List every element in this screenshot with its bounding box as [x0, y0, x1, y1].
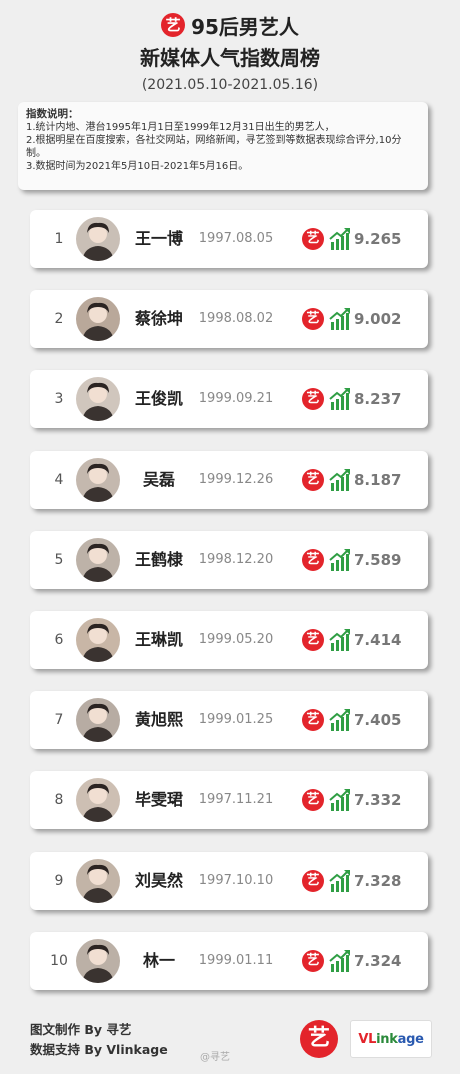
avatar	[76, 698, 120, 742]
birth-date: 1997.11.21	[198, 792, 274, 807]
artist-name: 黄旭熙	[134, 710, 183, 729]
avatar	[76, 939, 120, 983]
trend-up-chart-icon	[329, 789, 350, 811]
popularity-score: 7.328	[354, 872, 402, 890]
credit-production: 图文制作 By 寻艺	[30, 1022, 132, 1037]
artist-name: 王俊凯	[134, 389, 183, 408]
birth-date: 1997.08.05	[198, 231, 274, 246]
artist-name: 王琳凯	[134, 630, 183, 649]
rank-row: 10 林一 1999.01.11 艺 7.324	[30, 932, 428, 990]
avatar	[76, 859, 120, 903]
popularity-score: 8.187	[354, 471, 402, 489]
birth-date: 1999.12.26	[198, 472, 274, 487]
popularity-score: 7.589	[354, 551, 402, 569]
trend-up-chart-icon	[329, 228, 350, 250]
birth-date: 1999.09.21	[198, 391, 274, 406]
page-subtitle: 新媒体人气指数周榜	[140, 46, 320, 70]
title-row: 艺 95后男艺人	[0, 10, 460, 40]
avatar	[76, 778, 120, 822]
artist-name: 刘昊然	[134, 871, 183, 890]
rank-number: 10	[50, 953, 68, 969]
artist-name: 吴磊	[142, 470, 175, 489]
watermark: @寻艺	[200, 1052, 230, 1063]
note-line: 1.统计内地、港台1995年1月1日至1999年12月31日出生的男艺人，	[26, 122, 335, 133]
birth-date: 1997.10.10	[198, 873, 274, 888]
trend-up-chart-icon	[329, 870, 350, 892]
yi-logo-icon: 艺	[302, 469, 324, 491]
avatar	[76, 217, 120, 261]
birth-date: 1998.08.02	[198, 311, 274, 326]
trend-up-chart-icon	[329, 629, 350, 651]
yi-logo-icon: 艺	[302, 870, 324, 892]
header: 艺 95后男艺人 新媒体人气指数周榜 (2021.05.10-2021.05.1…	[0, 10, 460, 93]
note-line: 3.数据时间为2021年5月10日-2021年5月16日。	[26, 161, 249, 172]
yi-logo-icon: 艺	[302, 549, 324, 571]
trend-up-chart-icon	[329, 950, 350, 972]
rank-number: 7	[54, 712, 64, 728]
credit-data-source: 数据支持 By Vlinkage	[30, 1042, 168, 1057]
rank-row: 7 黄旭熙 1999.01.25 艺 7.405	[30, 691, 428, 749]
trend-up-chart-icon	[329, 709, 350, 731]
rank-number: 3	[54, 391, 64, 407]
trend-up-chart-icon	[329, 388, 350, 410]
index-note: 指数说明： 1.统计内地、港台1995年1月1日至1999年12月31日出生的男…	[18, 102, 428, 190]
rank-row: 9 刘昊然 1997.10.10 艺 7.328	[30, 852, 428, 910]
trend-up-chart-icon	[329, 469, 350, 491]
page-title: 95后男艺人	[191, 14, 299, 39]
artist-name: 林一	[142, 951, 175, 970]
avatar	[76, 618, 120, 662]
trend-up-chart-icon	[329, 308, 350, 330]
birth-date: 1999.01.11	[198, 953, 274, 968]
avatar	[76, 297, 120, 341]
yi-logo-icon: 艺	[302, 388, 324, 410]
yi-logo-icon: 艺	[161, 13, 186, 37]
rank-row: 2 蔡徐坤 1998.08.02 艺 9.002	[30, 290, 428, 348]
vlinkage-logo: VLinkage	[350, 1020, 432, 1058]
rank-row: 8 毕雯珺 1997.11.21 艺 7.332	[30, 771, 428, 829]
artist-name: 王一博	[134, 229, 183, 248]
birth-date: 1998.12.20	[198, 552, 274, 567]
rank-row: 4 吴磊 1999.12.26 艺 8.187	[30, 451, 428, 509]
rank-number: 5	[54, 552, 64, 568]
yi-logo-icon: 艺	[302, 629, 324, 651]
trend-up-chart-icon	[329, 549, 350, 571]
note-line: 2.根据明星在百度搜索，各社交网站，网络新闻，寻艺签到等数据表现综合评分,10分…	[26, 135, 402, 159]
rank-number: 9	[54, 873, 64, 889]
popularity-score: 9.002	[354, 310, 402, 328]
yi-logo-icon: 艺	[302, 950, 324, 972]
popularity-score: 7.332	[354, 791, 402, 809]
rank-row: 3 王俊凯 1999.09.21 艺 8.237	[30, 370, 428, 428]
yi-logo-icon: 艺	[300, 1020, 338, 1058]
artist-name: 王鹤棣	[134, 550, 183, 569]
rank-row: 6 王琳凯 1999.05.20 艺 7.414	[30, 611, 428, 669]
rank-number: 4	[54, 472, 64, 488]
vlinkage-logo-text: VLinkage	[358, 1032, 424, 1047]
yi-logo-icon: 艺	[302, 228, 324, 250]
yi-logo-icon: 艺	[302, 308, 324, 330]
birth-date: 1999.01.25	[198, 712, 274, 727]
note-title: 指数说明：	[26, 108, 79, 120]
popularity-score: 7.324	[354, 952, 402, 970]
popularity-score: 8.237	[354, 390, 402, 408]
rank-number: 2	[54, 311, 64, 327]
rank-row: 1 王一博 1997.08.05 艺 9.265	[30, 210, 428, 268]
avatar	[76, 458, 120, 502]
rank-number: 6	[54, 632, 64, 648]
rank-number: 8	[54, 792, 64, 808]
date-range: (2021.05.10-2021.05.16)	[141, 77, 319, 93]
yi-logo-icon: 艺	[302, 709, 324, 731]
yi-logo-icon: 艺	[302, 789, 324, 811]
artist-name: 毕雯珺	[134, 790, 183, 809]
rank-row: 5 王鹤棣 1998.12.20 艺 7.589	[30, 531, 428, 589]
popularity-score: 7.405	[354, 711, 402, 729]
birth-date: 1999.05.20	[198, 632, 274, 647]
footer-credits: 图文制作 By 寻艺 数据支持 By Vlinkage	[30, 1020, 168, 1060]
popularity-score: 9.265	[354, 230, 402, 248]
avatar	[76, 377, 120, 421]
avatar	[76, 538, 120, 582]
popularity-score: 7.414	[354, 631, 402, 649]
rank-number: 1	[54, 231, 64, 247]
artist-name: 蔡徐坤	[134, 309, 183, 328]
